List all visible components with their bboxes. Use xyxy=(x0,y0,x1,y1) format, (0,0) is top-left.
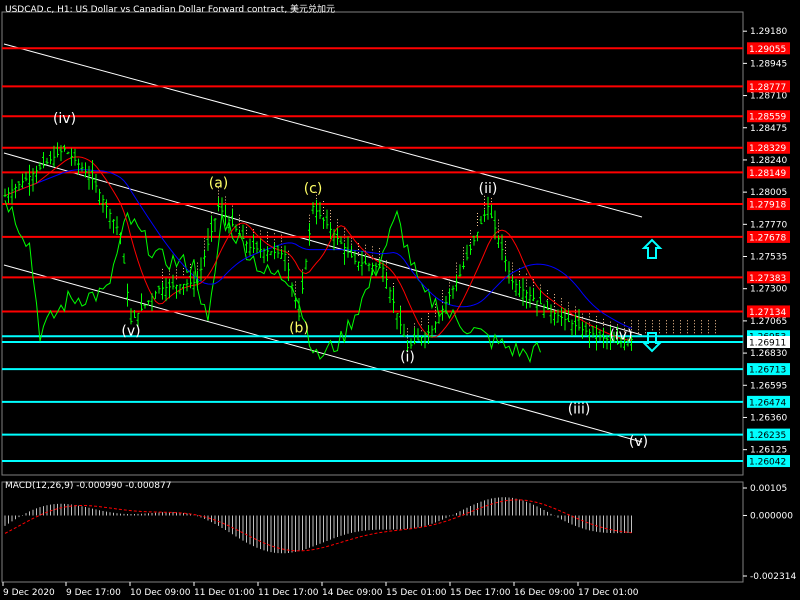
time-tick-label: 15 Dec 17:00 xyxy=(450,588,511,598)
price-tick-label: 1.28710 xyxy=(750,92,787,102)
time-tick-label: 11 Dec 01:00 xyxy=(194,588,255,598)
price-tick-label: 1.28005 xyxy=(750,188,787,198)
channel-lower-line xyxy=(3,264,643,443)
up-arrow-icon xyxy=(641,238,663,259)
time-tick-label: 16 Dec 09:00 xyxy=(514,588,575,598)
wave-label: (iii) xyxy=(568,401,591,417)
resistance-price-label: 1.27383 xyxy=(749,274,786,284)
wave-label: (v) xyxy=(121,323,140,339)
current-price-label: 1.26911 xyxy=(749,338,786,348)
time-tick-label: 15 Dec 01:00 xyxy=(386,588,447,598)
price-tick-label: 1.26125 xyxy=(750,446,787,456)
wave-label: (v) xyxy=(629,434,648,450)
price-tick-label: 1.26595 xyxy=(750,381,787,391)
channel-middle-line xyxy=(3,152,643,336)
price-tick-label: 1.28240 xyxy=(750,156,787,166)
price-tick-label: 1.27770 xyxy=(750,220,787,230)
macd-panel xyxy=(1,481,744,583)
time-tick-label: 10 Dec 09:00 xyxy=(130,588,191,598)
support-price-label: 1.26474 xyxy=(749,398,786,408)
wave-label: (iv) xyxy=(609,327,632,343)
chart-title: USDCAD.c, H1: US Dollar vs Canadian Doll… xyxy=(5,5,336,15)
resistance-price-label: 1.28329 xyxy=(749,144,786,154)
wave-label: (c) xyxy=(304,181,323,197)
price-tick-label: 1.27535 xyxy=(750,253,787,263)
macd-tick-label: 0.00105 xyxy=(750,484,787,494)
time-tick-label: 11 Dec 17:00 xyxy=(258,588,319,598)
resistance-price-label: 1.29055 xyxy=(749,45,786,55)
price-tick-label: 1.28475 xyxy=(750,124,787,134)
main-frame xyxy=(1,11,744,476)
resistance-price-label: 1.28777 xyxy=(749,83,786,93)
price-tick-label: 1.29180 xyxy=(750,27,787,37)
main-price-panel: (iv) (v) (a) (b) (c) (i) (ii) (iv) (iii) (v) xyxy=(1,11,744,476)
time-tick-label: 14 Dec 09:00 xyxy=(322,588,383,598)
wave-label: (i) xyxy=(400,349,415,365)
support-price-label: 1.26042 xyxy=(749,458,786,468)
wave-label: (a) xyxy=(209,175,229,191)
wave-label: (iv) xyxy=(53,111,76,127)
price-tick-label: 1.26360 xyxy=(750,413,787,423)
resistance-price-label: 1.27678 xyxy=(749,233,786,243)
axes: 1.29180 1.28945 1.28710 1.28475 1.28240 1.280… xyxy=(2,27,796,598)
price-tick-label: 1.27300 xyxy=(750,285,787,295)
time-tick-label: 9 Dec 2020 xyxy=(3,588,55,598)
resistance-price-label: 1.28149 xyxy=(749,169,786,179)
chikou-span-line xyxy=(4,200,541,364)
macd-title: MACD(12,26,9) -0.000990 -0.000877 xyxy=(5,481,172,491)
wave-label: (b) xyxy=(289,321,309,337)
resistance-price-label: 1.28559 xyxy=(749,113,786,123)
support-price-label: 1.26235 xyxy=(749,431,786,441)
macd-tick-label: -0.002314 xyxy=(750,572,796,582)
time-tick-label: 17 Dec 01:00 xyxy=(578,588,639,598)
chart-area[interactable]: (iv) (v) (a) (b) (c) (i) (ii) (iv) (iii) (v) 1.29… xyxy=(0,0,800,600)
macd-signal-line xyxy=(4,499,632,552)
price-tick-label: 1.27065 xyxy=(750,317,787,327)
resistance-price-label: 1.27134 xyxy=(749,308,786,318)
wave-label: (ii) xyxy=(479,181,498,197)
support-price-label: 1.26713 xyxy=(749,366,786,376)
price-tick-label: 1.28945 xyxy=(750,59,787,69)
time-tick-label: 9 Dec 17:00 xyxy=(66,588,121,598)
macd-tick-label: 0.000000 xyxy=(750,511,793,521)
resistance-price-label: 1.27918 xyxy=(749,201,786,211)
price-tick-label: 1.26830 xyxy=(750,349,787,359)
